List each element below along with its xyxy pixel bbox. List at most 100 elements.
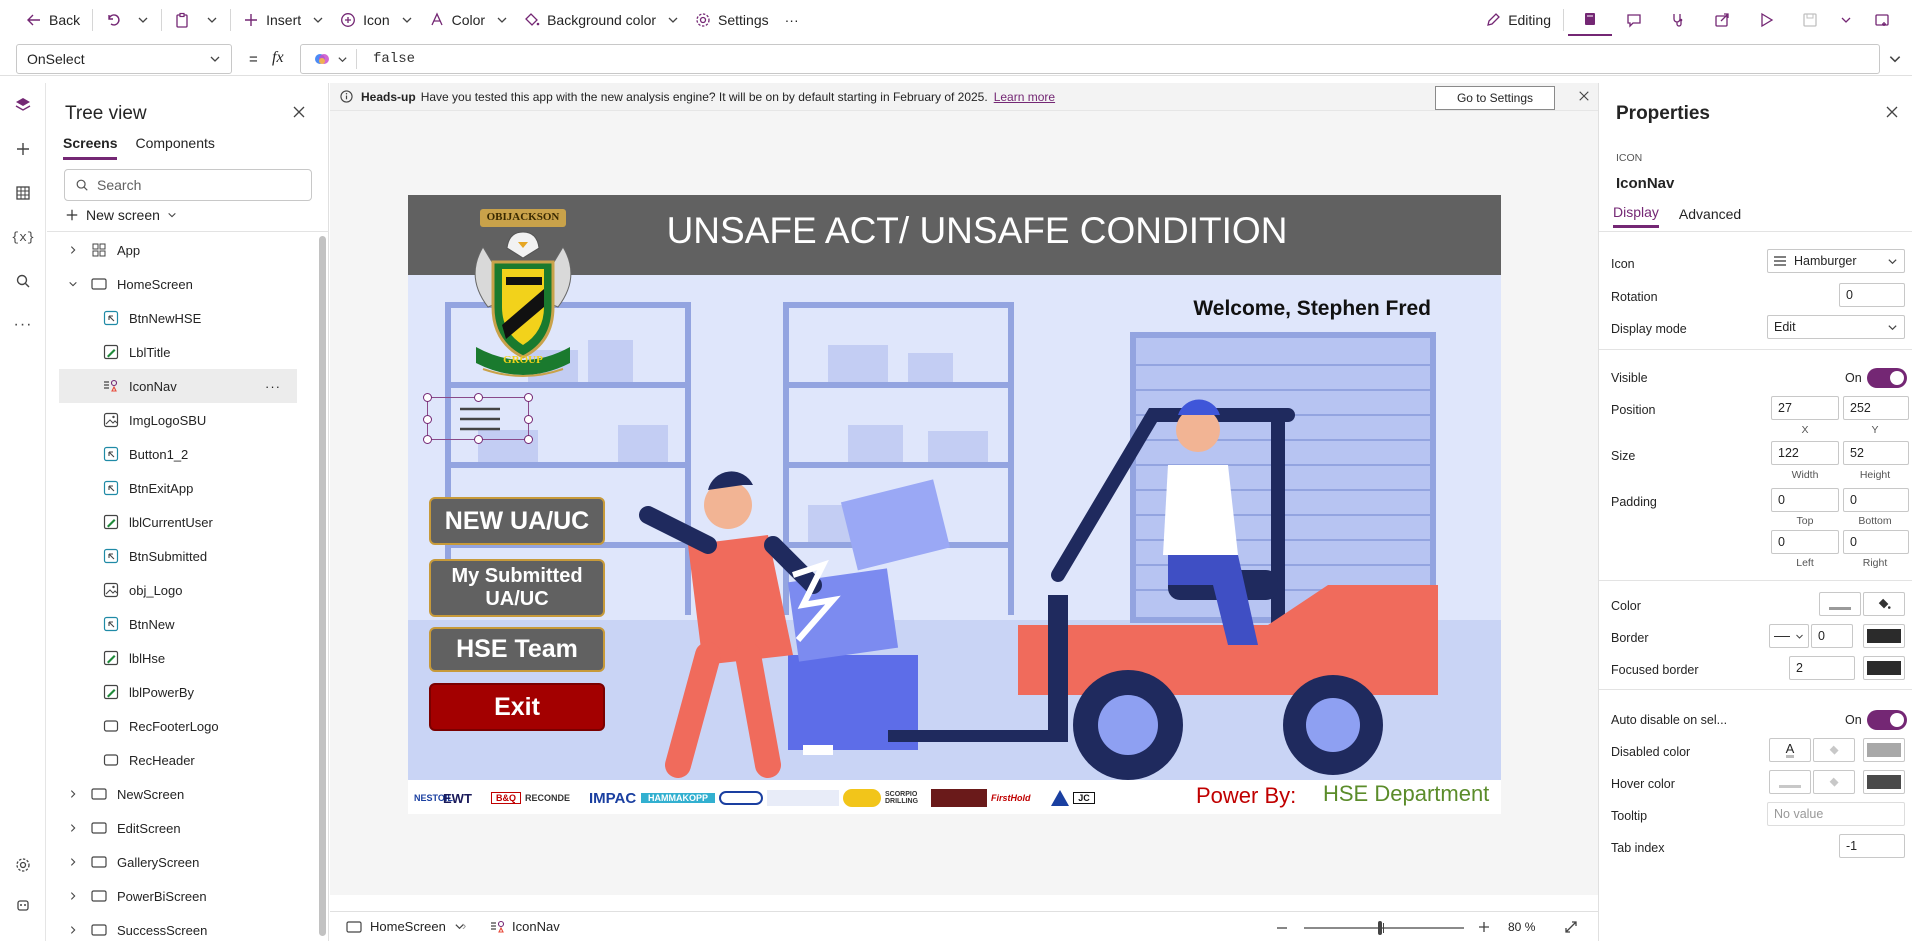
padding-right-input[interactable]: 0 bbox=[1843, 530, 1909, 554]
disabled-border-color-picker[interactable] bbox=[1863, 738, 1905, 762]
expand-formula-icon[interactable] bbox=[1888, 52, 1902, 66]
tree-control-item[interactable]: BtnNew bbox=[47, 607, 317, 641]
more-button[interactable]: ··· bbox=[777, 4, 807, 36]
close-icon[interactable] bbox=[1885, 105, 1899, 119]
tree-control-item[interactable]: IconNav ··· bbox=[59, 369, 297, 403]
more-icon[interactable]: ··· bbox=[265, 379, 281, 394]
tree-control-item[interactable]: RecHeader bbox=[47, 743, 317, 777]
padding-bottom-input[interactable]: 0 bbox=[1843, 488, 1909, 512]
tree-screen-item[interactable]: HomeScreen bbox=[47, 267, 317, 301]
property-dropdown[interactable]: OnSelect bbox=[16, 44, 232, 74]
insert-rail-button[interactable] bbox=[0, 127, 46, 171]
tree-scrollbar[interactable] bbox=[319, 236, 326, 936]
border-width-input[interactable]: 0 bbox=[1811, 624, 1853, 648]
my-submitted-button[interactable]: My Submitted UA/UC bbox=[429, 559, 605, 617]
width-input[interactable]: 122 bbox=[1771, 441, 1839, 465]
fill-picker[interactable] bbox=[1863, 592, 1905, 616]
rotation-input[interactable]: 0 bbox=[1839, 283, 1905, 307]
search-rail-button[interactable] bbox=[0, 259, 46, 303]
go-to-settings-button[interactable]: Go to Settings bbox=[1435, 86, 1555, 110]
tree-screen-item[interactable]: EditScreen bbox=[47, 811, 317, 845]
hover-fill-picker[interactable] bbox=[1813, 770, 1855, 794]
settings-button[interactable]: Settings bbox=[687, 4, 777, 36]
tooltip-input[interactable]: No value bbox=[1767, 802, 1905, 826]
settings-rail-button[interactable] bbox=[0, 843, 46, 887]
tree-control-item[interactable]: BtnNewHSE bbox=[47, 301, 317, 335]
zoom-slider[interactable] bbox=[1304, 921, 1464, 935]
app-checker-button[interactable] bbox=[1568, 4, 1612, 36]
border-color-picker[interactable] bbox=[1863, 624, 1905, 648]
chevron-right-icon[interactable] bbox=[65, 823, 81, 833]
zoom-in-icon[interactable] bbox=[1478, 921, 1490, 933]
paste-dropdown[interactable] bbox=[198, 4, 226, 36]
screen-selector[interactable]: HomeScreen bbox=[346, 919, 465, 934]
tab-screens[interactable]: Screens bbox=[63, 135, 118, 160]
variables-rail-button[interactable]: {x} bbox=[0, 215, 46, 259]
hover-border-color-picker[interactable] bbox=[1863, 770, 1905, 794]
close-icon[interactable] bbox=[292, 105, 306, 119]
chevron-right-icon[interactable] bbox=[65, 789, 81, 799]
tree-control-item[interactable]: BtnSubmitted bbox=[47, 539, 317, 573]
disabled-fill-picker[interactable] bbox=[1813, 738, 1855, 762]
share-button[interactable] bbox=[1700, 4, 1744, 36]
resize-handle[interactable] bbox=[423, 393, 432, 402]
control-name[interactable]: IconNav bbox=[1616, 175, 1674, 192]
padding-left-input[interactable]: 0 bbox=[1771, 530, 1839, 554]
tree-control-item[interactable]: BtnExitApp bbox=[47, 471, 317, 505]
icon-nav-selection[interactable] bbox=[423, 393, 533, 444]
new-screen-button[interactable]: New screen bbox=[65, 207, 177, 223]
display-mode-dropdown[interactable]: Edit bbox=[1767, 315, 1905, 339]
undo-dropdown[interactable] bbox=[129, 4, 157, 36]
exit-button[interactable]: Exit bbox=[429, 683, 605, 731]
color-picker[interactable] bbox=[1819, 592, 1861, 616]
app-screen-preview[interactable]: UNSAFE ACT/ UNSAFE CONDITION OBIJACKSON … bbox=[408, 195, 1501, 814]
data-rail-button[interactable] bbox=[0, 171, 46, 215]
tab-components[interactable]: Components bbox=[135, 135, 214, 160]
resize-handle[interactable] bbox=[524, 393, 533, 402]
disabled-text-color-picker[interactable]: A bbox=[1769, 738, 1811, 762]
save-dropdown[interactable] bbox=[1832, 4, 1860, 36]
tree-screen-item[interactable]: SuccessScreen bbox=[47, 913, 317, 947]
zoom-slider-thumb[interactable] bbox=[1378, 921, 1382, 935]
chevron-right-icon[interactable] bbox=[65, 857, 81, 867]
tree-control-item[interactable]: obj_Logo bbox=[47, 573, 317, 607]
chevron-down-icon[interactable] bbox=[65, 279, 81, 289]
icon-dropdown[interactable]: Hamburger bbox=[1767, 249, 1905, 273]
chevron-down-icon[interactable] bbox=[337, 54, 348, 65]
undo-button[interactable] bbox=[97, 4, 129, 36]
search-input[interactable]: Search bbox=[64, 169, 312, 201]
hse-team-button[interactable]: HSE Team bbox=[429, 627, 605, 672]
comments-button[interactable] bbox=[1612, 4, 1656, 36]
tree-screen-item[interactable]: App bbox=[47, 233, 317, 267]
save-button[interactable] bbox=[1788, 4, 1832, 36]
preview-button[interactable] bbox=[1744, 4, 1788, 36]
tree-screen-item[interactable]: PowerBiScreen bbox=[47, 879, 317, 913]
learn-more-link[interactable]: Learn more bbox=[994, 90, 1055, 104]
resize-handle[interactable] bbox=[524, 435, 533, 444]
icon-menu[interactable]: Icon bbox=[332, 4, 420, 36]
resize-handle[interactable] bbox=[524, 415, 533, 424]
new-ua-uc-button[interactable]: NEW UA/UC bbox=[429, 497, 605, 545]
padding-top-input[interactable]: 0 bbox=[1771, 488, 1839, 512]
resize-handle[interactable] bbox=[474, 393, 483, 402]
focused-border-input[interactable]: 2 bbox=[1789, 656, 1855, 680]
height-input[interactable]: 52 bbox=[1843, 441, 1909, 465]
chevron-right-icon[interactable] bbox=[65, 245, 81, 255]
insert-menu[interactable]: Insert bbox=[235, 4, 332, 36]
publish-button[interactable] bbox=[1860, 4, 1904, 36]
health-button[interactable] bbox=[1656, 4, 1700, 36]
auto-disable-toggle[interactable] bbox=[1867, 710, 1907, 730]
editing-mode-button[interactable]: Editing bbox=[1477, 4, 1559, 36]
hamburger-icon[interactable] bbox=[458, 405, 502, 433]
fit-to-window-icon[interactable] bbox=[1564, 920, 1578, 934]
tree-control-item[interactable]: ImgLogoSBU bbox=[47, 403, 317, 437]
tree-control-item[interactable]: Button1_2 bbox=[47, 437, 317, 471]
tree-control-item[interactable]: lblPowerBy bbox=[47, 675, 317, 709]
tree-control-item[interactable]: lblCurrentUser bbox=[47, 505, 317, 539]
paste-button[interactable] bbox=[166, 4, 198, 36]
chevron-right-icon[interactable] bbox=[65, 891, 81, 901]
close-icon[interactable] bbox=[1578, 90, 1590, 102]
virtual-agent-rail-button[interactable] bbox=[0, 883, 46, 927]
tree-screen-item[interactable]: NewScreen bbox=[47, 777, 317, 811]
focused-border-color-picker[interactable] bbox=[1863, 656, 1905, 680]
